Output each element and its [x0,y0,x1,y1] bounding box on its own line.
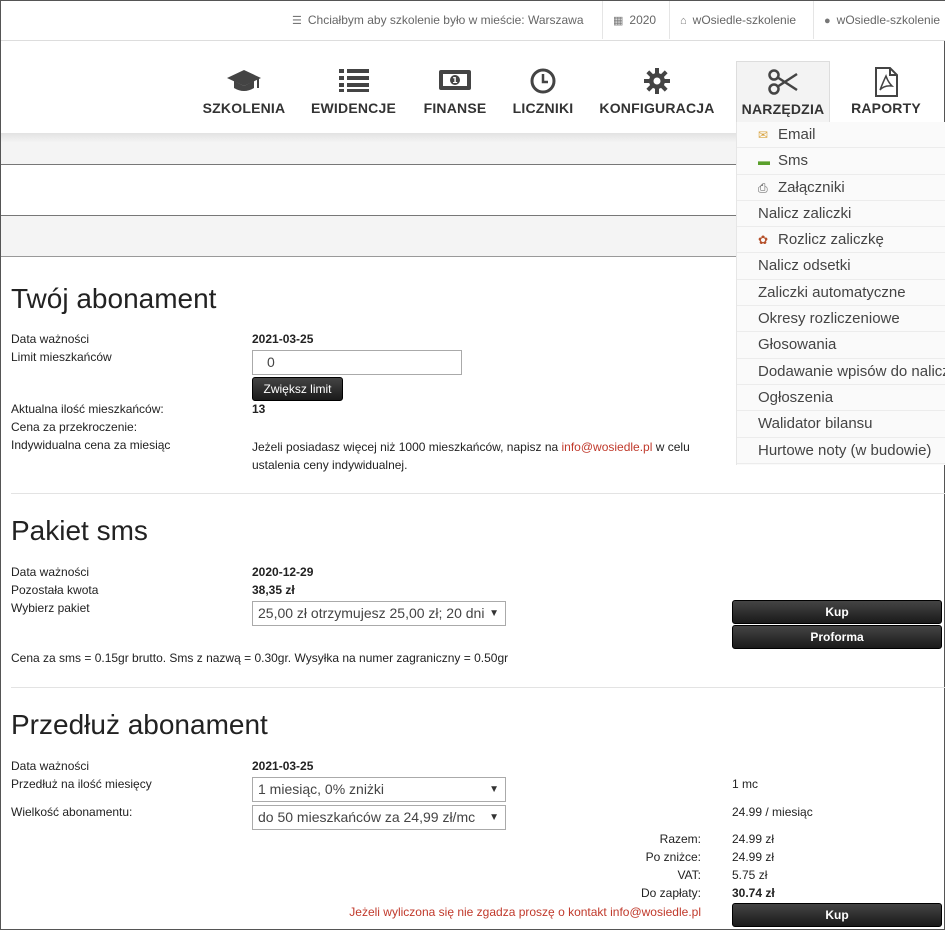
sms-icon: ▬ [758,154,770,169]
sms-proforma-button[interactable]: Proforma [732,625,942,649]
calendar-icon: ▦ [613,15,624,27]
individual-price-text: Jeżeli posiadasz więcej niż 1000 mieszka… [252,440,690,472]
site-selector[interactable]: ⌂ wOsiedle-szkolenie [669,1,813,39]
settle-icon: ✿ [758,233,769,248]
year-selector[interactable]: ▦ 2020 [602,1,669,39]
increase-limit-button[interactable]: Zwiększ limit [252,377,343,401]
sms-package-select[interactable]: 25,00 zł otrzymujesz 25,00 zł; 20 dni ▼ [252,601,506,626]
nav-konfiguracja[interactable]: KONFIGURACJA [597,61,717,123]
menu-item-charge-interest[interactable]: Nalicz odsetki [737,253,945,280]
sms-price-info: Cena za sms = 0.15gr brutto. Sms z nazwą… [11,651,509,665]
discount-label: Po zniżce: [645,850,701,864]
current-count-label: Aktualna ilość mieszkańców: [11,402,164,416]
extend-size-label: Wielkość abonamentu: [11,805,133,819]
current-count-value: 13 [252,402,266,416]
nav-finanse[interactable]: 1 FINANSE [419,61,491,123]
subscription-expiry-value: 2021-03-25 [252,332,314,346]
user-menu[interactable]: ● wOsiedle-szkolenie [813,1,945,39]
subscription-title: Twój abonament [11,283,217,314]
menu-item-balance-validator[interactable]: Walidator bilansu [737,411,945,438]
user-icon: ● [824,15,831,27]
pay-label: Do zapłaty: [640,886,701,900]
scissors-icon [737,68,829,98]
nav-raporty[interactable]: RAPORTY [846,61,926,123]
info-email-link[interactable]: info@wosiedle.pl [562,440,653,454]
extend-buy-button[interactable]: Kup [732,903,942,927]
extend-months-label: Przedłuż na ilość miesięcy [11,777,152,791]
limit-input[interactable]: 0 [252,350,462,375]
gear-icon [597,67,717,97]
menu-item-sms[interactable]: ▬ Sms [737,148,945,175]
email-icon: ✉ [758,128,769,143]
clock-icon [509,67,577,97]
vat-label: VAT: [677,868,701,882]
city-selector[interactable]: ☰ Chciałbym aby szkolenie było w mieście:… [282,1,602,39]
extend-expiry-label: Data ważności [11,759,90,773]
menu-icon: ☰ [292,15,302,27]
menu-item-add-entries[interactable]: Dodawanie wpisów do naliczeń [737,359,945,385]
extend-size-summary: 24.99 / miesiąc [732,805,813,819]
graduation-cap-icon [199,67,289,97]
extend-size-select[interactable]: do 50 mieszkańców za 24,99 zł/mc ▼ [252,805,506,830]
chevron-down-icon: ▼ [489,608,499,619]
attachment-icon: ⎙ [758,180,768,195]
nav-narzedzia[interactable]: NARZĘDZIA [736,61,830,123]
nav-ewidencje[interactable]: EWIDENCJE [306,61,401,123]
menu-item-attachments[interactable]: ⎙ Załączniki [737,175,945,201]
nav-szkolenia[interactable]: SZKOLENIA [199,61,289,123]
menu-item-announcements[interactable]: Ogłoszenia [737,385,945,412]
total-label: Razem: [659,832,701,846]
divider [11,687,945,688]
list-icon [306,67,401,97]
divider [11,493,945,494]
discount-value: 24.99 zł [732,850,775,864]
extend-months-summary: 1 mc [732,777,759,791]
sms-remaining-label: Pozostała kwota [11,583,99,597]
menu-item-voting[interactable]: Głosowania [737,332,945,359]
chevron-down-icon: ▼ [489,784,499,795]
menu-item-charge-advances[interactable]: Nalicz zaliczki [737,201,945,228]
menu-item-bulk-notes[interactable]: Hurtowe noty (w budowie) [737,438,945,464]
chevron-down-icon: ▼ [489,812,499,823]
overage-label: Cena za przekroczenie: [11,420,138,434]
home-icon: ⌂ [680,15,687,27]
svg-text:1: 1 [452,76,458,85]
extend-expiry-value: 2021-03-25 [252,759,314,773]
sms-title: Pakiet sms [11,515,148,546]
pay-value: 30.74 zł [732,886,775,900]
menu-item-billing-periods[interactable]: Okresy rozliczeniowe [737,306,945,333]
menu-item-auto-advances[interactable]: Zaliczki automatyczne [737,280,945,307]
money-icon: 1 [419,67,491,97]
limit-label: Limit mieszkańców [11,350,112,364]
individual-price-label: Indywidualna cena za miesiąc [11,438,171,452]
top-bar: ☰ Chciałbym aby szkolenie było w mieście:… [1,1,945,41]
vat-value: 5.75 zł [732,868,768,882]
sms-expiry-label: Data ważności [11,565,90,579]
total-value: 24.99 zł [732,832,775,846]
menu-item-settle-advance[interactable]: ✿ Rozlicz zaliczkę [737,227,945,254]
sms-remaining-value: 38,35 zł [252,583,295,597]
sms-buy-button[interactable]: Kup [732,600,942,624]
subscription-expiry-label: Data ważności [11,332,90,346]
pdf-icon [846,67,926,97]
nav-liczniki[interactable]: LICZNIKI [509,61,577,123]
tools-dropdown-menu: ✉ Email ▬ Sms ⎙ Załączniki Nalicz zaliczki … [736,122,945,465]
extend-months-select[interactable]: 1 miesiąc, 0% zniżki ▼ [252,777,506,802]
extend-title: Przedłuż abonament [11,709,268,740]
menu-item-email[interactable]: ✉ Email [737,122,945,149]
sms-expiry-value: 2020-12-29 [252,565,314,579]
contact-notice: Jeżeli wyliczona się nie zgadza proszę o… [349,905,701,919]
sms-package-label: Wybierz pakiet [11,601,90,615]
